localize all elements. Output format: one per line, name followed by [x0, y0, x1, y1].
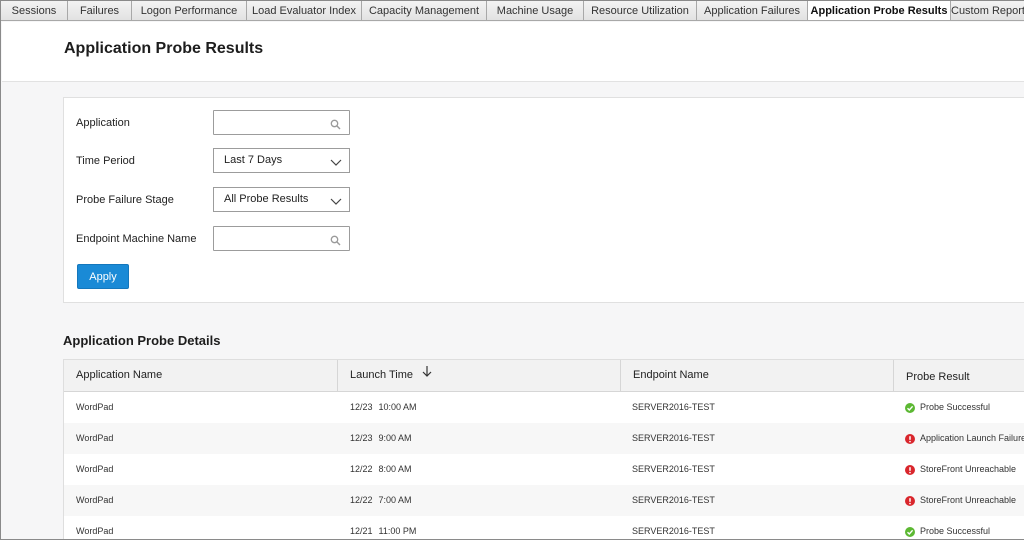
launch-date: 12/22: [350, 495, 373, 505]
search-icon: [330, 117, 341, 135]
probe-failure-stage-select[interactable]: All Probe Results: [213, 187, 350, 212]
tab-sessions[interactable]: Sessions: [1, 1, 68, 20]
table-row[interactable]: WordPad 12/21 11:00 PM SERVER2016-TEST Probe…: [64, 516, 1024, 539]
search-icon: [330, 233, 341, 251]
table-header: Application Name Launch Time Endpoint Na…: [64, 360, 1024, 392]
cell-application-name: WordPad: [76, 433, 114, 443]
launch-time: 8:00 AM: [378, 464, 412, 474]
launch-date: 12/21: [350, 526, 373, 536]
launch-time: 11:00 PM: [378, 526, 417, 536]
apply-button[interactable]: Apply: [77, 264, 129, 289]
launch-time: 10:00 AM: [378, 402, 417, 412]
chevron-down-icon: [330, 193, 342, 216]
time-period-select[interactable]: Last 7 Days: [213, 148, 350, 173]
launch-date: 12/23: [350, 433, 373, 443]
cell-application-name: WordPad: [76, 464, 114, 474]
column-header-endpoint-name[interactable]: Endpoint Name: [620, 360, 893, 392]
cell-endpoint-name: SERVER2016-TEST: [632, 433, 715, 443]
cell-application-name: WordPad: [76, 526, 114, 536]
cell-probe-result: Probe Successful: [905, 392, 990, 423]
launch-time: 9:00 AM: [378, 433, 412, 443]
probe-result-text: Probe Successful: [920, 402, 991, 412]
cell-launch-time: 12/22 7:00 AM: [350, 485, 412, 516]
tab-capacity-management[interactable]: Capacity Management: [362, 1, 487, 20]
cell-probe-result: Probe Successful: [905, 516, 991, 539]
cell-endpoint-name: SERVER2016-TEST: [632, 526, 715, 536]
cell-endpoint-name: SERVER2016-TEST: [632, 402, 715, 412]
application-label: Application: [76, 117, 130, 129]
launch-time-header-label: Launch Time: [350, 369, 413, 381]
details-section-title: Application Probe Details: [63, 333, 221, 348]
chevron-down-icon: [330, 154, 342, 177]
arrow-down-icon: [422, 359, 432, 390]
probe-result-text: StoreFront Unreachable: [920, 495, 1017, 505]
page-title: Application Probe Results: [64, 40, 264, 57]
cell-launch-time: 12/23 10:00 AM: [350, 392, 417, 423]
tab-custom-reports[interactable]: Custom Reports: [951, 1, 1024, 20]
page-header: Application Probe Results: [2, 22, 1024, 82]
tab-logon-performance[interactable]: Logon Performance: [132, 1, 247, 20]
error-circle-icon: [905, 433, 915, 444]
launch-time: 7:00 AM: [378, 495, 412, 505]
tab-machine-usage[interactable]: Machine Usage: [487, 1, 584, 20]
table-row[interactable]: WordPad 12/23 10:00 AM SERVER2016-TEST Probe…: [64, 392, 1024, 423]
error-circle-icon: [905, 464, 915, 475]
check-circle-icon: [905, 526, 915, 537]
error-circle-icon: [905, 495, 915, 506]
column-header-probe-result[interactable]: Probe Result: [893, 360, 1024, 392]
tab-application-probe-results[interactable]: Application Probe Results: [808, 1, 951, 20]
endpoint-search-input[interactable]: [213, 226, 350, 251]
table-row[interactable]: WordPad 12/22 8:00 AM SERVER2016-TEST StoreF…: [64, 454, 1024, 485]
table-row[interactable]: WordPad 12/22 7:00 AM SERVER2016-TEST StoreF…: [64, 485, 1024, 516]
column-header-application-name[interactable]: Application Name: [64, 360, 337, 392]
launch-date: 12/23: [350, 402, 373, 412]
filter-panel: Application Time Period Last 7 Days Prob…: [63, 97, 1024, 303]
time-period-label: Time Period: [76, 155, 135, 167]
column-header-launch-time[interactable]: Launch Time: [337, 360, 620, 392]
probe-details-table: Application Name Launch Time Endpoint Na…: [63, 359, 1024, 539]
time-period-value: Last 7 Days: [224, 154, 283, 166]
cell-application-name: WordPad: [76, 402, 114, 412]
cell-probe-result: StoreFront Unreachable: [905, 454, 1016, 485]
tab-resource-utilization[interactable]: Resource Utilization: [584, 1, 697, 20]
probe-failure-stage-value: All Probe Results: [224, 193, 309, 205]
probe-failure-stage-label: Probe Failure Stage: [76, 194, 174, 206]
cell-launch-time: 12/21 11:00 PM: [350, 516, 417, 539]
probe-result-text: Probe Successful: [920, 526, 991, 536]
cell-application-name: WordPad: [76, 495, 114, 505]
tab-failures[interactable]: Failures: [68, 1, 132, 20]
launch-date: 12/22: [350, 464, 373, 474]
cell-endpoint-name: SERVER2016-TEST: [632, 495, 715, 505]
app-window: Sessions Failures Logon Performance Load Ev…: [0, 0, 1024, 540]
cell-launch-time: 12/22 8:00 AM: [350, 454, 412, 485]
cell-endpoint-name: SERVER2016-TEST: [632, 464, 715, 474]
tab-application-failures[interactable]: Application Failures: [697, 1, 808, 20]
table-row[interactable]: WordPad 12/23 9:00 AM SERVER2016-TEST Applic…: [64, 423, 1024, 454]
application-search-input[interactable]: [213, 110, 350, 135]
cell-probe-result: StoreFront Unreachable: [905, 485, 1016, 516]
cell-launch-time: 12/23 9:00 AM: [350, 423, 412, 454]
probe-result-text: Application Launch Failure: [920, 433, 1024, 443]
cell-probe-result: Application Launch Failure: [905, 423, 1024, 454]
probe-result-text: StoreFront Unreachable: [920, 464, 1017, 474]
endpoint-machine-name-label: Endpoint Machine Name: [76, 233, 197, 245]
report-tab-bar: Sessions Failures Logon Performance Load Ev…: [1, 1, 1024, 21]
tab-load-evaluator-index[interactable]: Load Evaluator Index: [247, 1, 362, 20]
check-circle-icon: [905, 402, 915, 413]
